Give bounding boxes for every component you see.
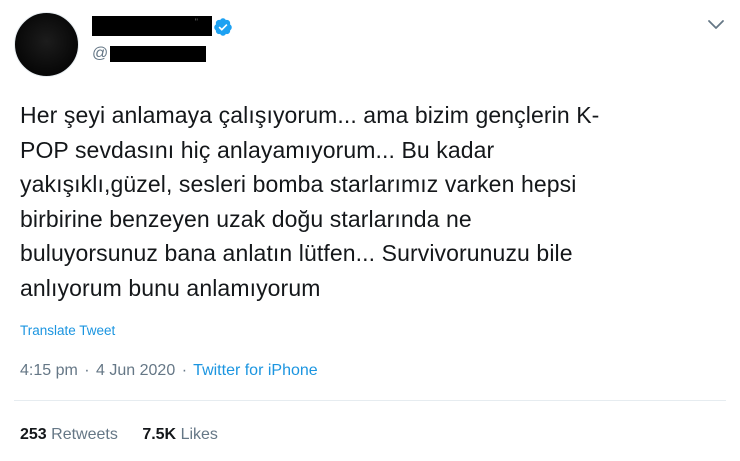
tweet-text: Her şeyi anlamaya çalışıyorum... ama biz… (20, 98, 720, 305)
tweet-source-link[interactable]: Twitter for iPhone (193, 362, 318, 379)
likes-label: Likes (180, 426, 218, 443)
retweets-stat[interactable]: 253 Retweets (20, 426, 118, 444)
likes-stat[interactable]: 7.5K Likes (142, 426, 218, 444)
tweet-time[interactable]: 4:15 pm (20, 362, 78, 379)
tweet-text-line: Her şeyi anlamaya çalışıyorum... ama biz… (20, 102, 600, 128)
handle-redacted (110, 46, 206, 62)
tweet-text-line: anlıyorum bunu anlamıyorum (20, 274, 321, 301)
verified-badge-icon (214, 18, 232, 36)
divider (14, 400, 726, 401)
redaction-artifact: " (194, 17, 198, 27)
chevron-down-icon[interactable] (706, 18, 726, 32)
retweets-count: 253 (20, 426, 47, 443)
meta-separator: · (181, 362, 188, 379)
likes-count: 7.5K (142, 426, 177, 443)
avatar[interactable] (14, 12, 79, 77)
translate-tweet-link[interactable]: Translate Tweet (20, 323, 115, 338)
meta-separator: · (84, 362, 90, 379)
tweet-text-line: birbirine benzeyen uzak doğu starlarında… (20, 205, 472, 232)
tweet-meta: 4:15 pm · 4 Jun 2020 · Twitter for iPhon… (20, 362, 318, 380)
tweet-text-line: buluyorsunuz bana anlatın lütfen... Surv… (20, 240, 573, 266)
tweet-date[interactable]: 4 Jun 2020 (96, 362, 175, 379)
handle-prefix: @ (92, 45, 109, 62)
tweet-text-line: POP sevdasını hiç anlayamıyorum... Bu ka… (20, 136, 495, 163)
tweet-stats: 253 Retweets 7.5K Likes (20, 426, 218, 444)
display-name-redacted[interactable]: " (92, 16, 212, 36)
tweet-text-line: yakışıklı,güzel, sesleri bomba starlarım… (20, 171, 577, 197)
retweets-label: Retweets (51, 426, 118, 443)
